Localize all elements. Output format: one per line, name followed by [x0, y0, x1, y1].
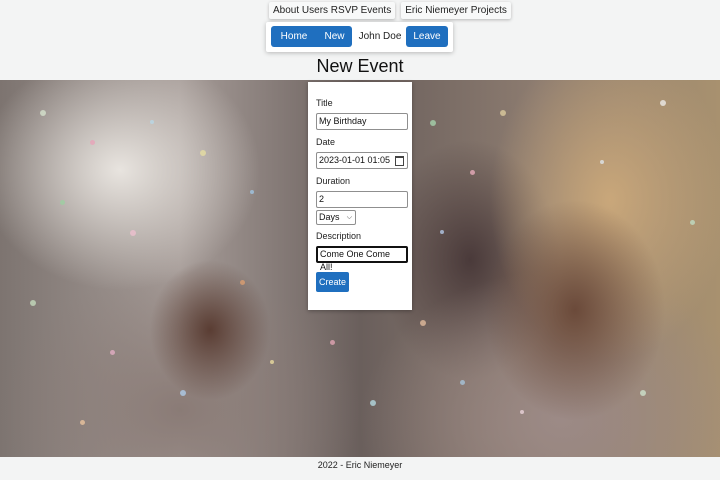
header: About Users RSVP Events Eric Niemeyer Pr… — [0, 0, 720, 80]
duration-input[interactable]: 2 — [316, 191, 408, 208]
user-name: John Doe — [358, 31, 402, 42]
description-label: Description — [316, 231, 362, 241]
duration-unit-value: Days — [319, 212, 340, 222]
title-input[interactable]: My Birthday — [316, 113, 408, 130]
duration-unit-select[interactable]: Days ⌵ — [316, 210, 356, 225]
chevron-down-icon: ⌵ — [346, 214, 352, 221]
new-button[interactable]: New — [317, 26, 352, 47]
page-title: New Event — [316, 56, 404, 76]
description-input[interactable]: Come One Come All! — [316, 246, 408, 272]
main-nav: Home New John Doe Leave — [266, 22, 453, 52]
footer: 2022 - Eric Niemeyer — [0, 457, 720, 480]
new-event-form: Title My Birthday Date 2023-01-01 01:05 … — [308, 82, 412, 310]
leave-button[interactable]: Leave — [406, 26, 448, 47]
home-button[interactable]: Home — [271, 26, 317, 47]
date-value: 2023-01-01 01:05 — [319, 155, 391, 165]
title-label: Title — [316, 98, 333, 108]
date-label: Date — [316, 137, 336, 147]
footer-text: 2022 - Eric Niemeyer — [317, 460, 403, 470]
duration-label: Duration — [316, 176, 351, 186]
create-button[interactable]: Create — [316, 272, 349, 292]
about-link[interactable]: About Users RSVP Events — [269, 2, 396, 19]
calendar-icon[interactable] — [395, 156, 404, 166]
projects-link[interactable]: Eric Niemeyer Projects — [401, 2, 511, 19]
top-links: About Users RSVP Events Eric Niemeyer Pr… — [269, 2, 511, 19]
date-input[interactable]: 2023-01-01 01:05 — [316, 152, 408, 169]
